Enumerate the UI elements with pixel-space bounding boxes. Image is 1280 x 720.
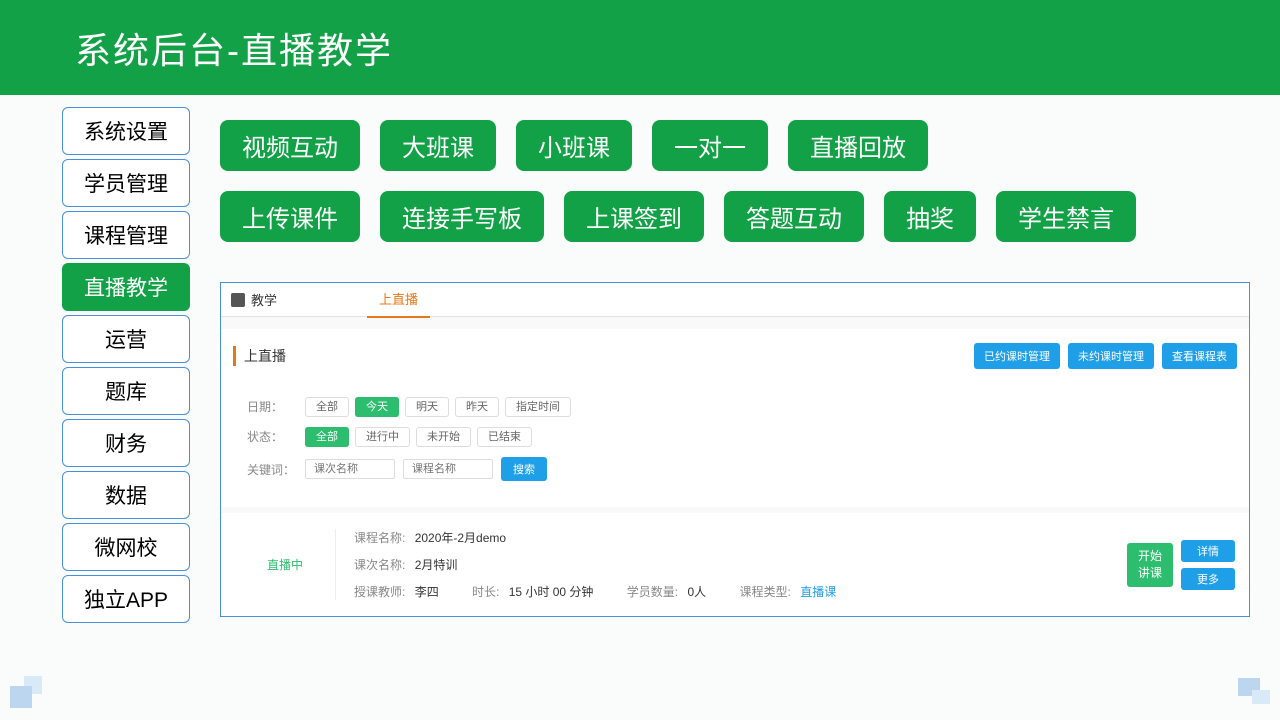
filter-date-row: 日期： 全部今天明天昨天指定时间 — [247, 397, 1235, 415]
decoration-bottom-right — [1238, 678, 1270, 704]
status-chip[interactable]: 进行中 — [355, 427, 410, 447]
date-filter-label: 日期： — [247, 398, 297, 415]
feature-pill[interactable]: 大班课 — [380, 120, 496, 171]
feature-pill[interactable]: 小班课 — [516, 120, 632, 171]
date-chip[interactable]: 明天 — [405, 397, 449, 417]
filter-status-row: 状态： 全部进行中未开始已结束 — [247, 427, 1235, 445]
record-body: 课程名称: 2020年-2月demo 课次名称: 2月特训 授课教师: 李四 时… — [335, 529, 1127, 600]
status-chip[interactable]: 已结束 — [477, 427, 532, 447]
sidebar-item-9[interactable]: 独立APP — [62, 575, 190, 623]
date-chip[interactable]: 指定时间 — [505, 397, 571, 417]
view-schedule-button[interactable]: 查看课程表 — [1162, 343, 1237, 369]
course-name-value: 2020年-2月demo — [415, 531, 506, 545]
start-teaching-button[interactable]: 开始讲课 — [1127, 543, 1173, 587]
students-label: 学员数量: — [627, 585, 678, 599]
panel-tabs: 教学 上直播 — [221, 283, 1249, 317]
teacher-label: 授课教师: — [354, 585, 405, 599]
tab-live[interactable]: 上直播 — [367, 281, 430, 318]
record-course-line: 课程名称: 2020年-2月demo — [354, 529, 1127, 546]
type-value: 直播课 — [800, 585, 836, 599]
decoration-bottom-left — [10, 676, 42, 708]
status-chip[interactable]: 全部 — [305, 427, 349, 447]
detail-button[interactable]: 详情 — [1181, 540, 1235, 562]
teach-tab-label[interactable]: 教学 — [251, 290, 277, 309]
sidebar-item-5[interactable]: 题库 — [62, 367, 190, 415]
panel-actions: 已约课时管理 未约课时管理 查看课程表 — [974, 343, 1237, 369]
sidebar-item-1[interactable]: 学员管理 — [62, 159, 190, 207]
status-chip[interactable]: 未开始 — [416, 427, 471, 447]
duration-value: 15 小时 00 分钟 — [509, 585, 594, 599]
type-label: 课程类型: — [740, 585, 791, 599]
course-name-input[interactable] — [403, 459, 493, 479]
date-chip[interactable]: 全部 — [305, 397, 349, 417]
record-session-line: 课次名称: 2月特训 — [354, 556, 1127, 573]
filters: 日期： 全部今天明天昨天指定时间 状态： 全部进行中未开始已结束 关键词： 搜索 — [221, 383, 1249, 507]
filter-keyword-row: 关键词： 搜索 — [247, 457, 1235, 481]
session-name-input[interactable] — [305, 459, 395, 479]
live-record: 直播中 课程名称: 2020年-2月demo 课次名称: 2月特训 授课教师: … — [221, 513, 1249, 616]
search-button[interactable]: 搜索 — [501, 457, 547, 481]
session-name-value: 2月特训 — [415, 558, 458, 572]
sidebar-item-8[interactable]: 微网校 — [62, 523, 190, 571]
sidebar: 系统设置学员管理课程管理直播教学运营题库财务数据微网校独立APP — [62, 107, 190, 623]
record-actions: 开始讲课 详情 更多 — [1127, 540, 1235, 590]
sidebar-item-0[interactable]: 系统设置 — [62, 107, 190, 155]
feature-pill[interactable]: 直播回放 — [788, 120, 928, 171]
feature-pill[interactable]: 学生禁言 — [996, 191, 1136, 242]
feature-pill[interactable]: 上传课件 — [220, 191, 360, 242]
feature-pill[interactable]: 视频互动 — [220, 120, 360, 171]
more-button[interactable]: 更多 — [1181, 568, 1235, 590]
date-chip[interactable]: 昨天 — [455, 397, 499, 417]
students-value: 0人 — [687, 585, 706, 599]
page-header: 系统后台-直播教学 — [0, 0, 1280, 95]
live-panel: 教学 上直播 上直播 已约课时管理 未约课时管理 查看课程表 日期： 全部今天明… — [220, 282, 1250, 617]
sidebar-item-4[interactable]: 运营 — [62, 315, 190, 363]
sidebar-item-2[interactable]: 课程管理 — [62, 211, 190, 259]
feature-pills-row-1: 视频互动大班课小班课一对一直播回放 — [220, 120, 1250, 171]
sidebar-item-3[interactable]: 直播教学 — [62, 263, 190, 311]
feature-pill[interactable]: 一对一 — [652, 120, 768, 171]
sidebar-item-7[interactable]: 数据 — [62, 471, 190, 519]
session-name-label: 课次名称: — [354, 558, 405, 572]
feature-pill[interactable]: 上课签到 — [564, 191, 704, 242]
teacher-value: 李四 — [415, 585, 439, 599]
feature-pill[interactable]: 抽奖 — [884, 191, 976, 242]
record-meta-line: 授课教师: 李四 时长: 15 小时 00 分钟 学员数量: 0人 课程类型: … — [354, 583, 1127, 600]
main-content: 视频互动大班课小班课一对一直播回放 上传课件连接手写板上课签到答题互动抽奖学生禁… — [220, 120, 1250, 617]
course-name-label: 课程名称: — [354, 531, 405, 545]
section-title: 上直播 — [233, 346, 286, 366]
unbooked-lessons-button[interactable]: 未约课时管理 — [1068, 343, 1154, 369]
feature-pill[interactable]: 答题互动 — [724, 191, 864, 242]
feature-pills-row-2: 上传课件连接手写板上课签到答题互动抽奖学生禁言 — [220, 191, 1250, 242]
feature-pill[interactable]: 连接手写板 — [380, 191, 544, 242]
status-filter-label: 状态： — [247, 428, 297, 445]
page-title: 系统后台-直播教学 — [75, 22, 393, 74]
date-chip[interactable]: 今天 — [355, 397, 399, 417]
record-status: 直播中 — [235, 556, 335, 573]
panel-header: 上直播 已约课时管理 未约课时管理 查看课程表 — [221, 329, 1249, 383]
duration-label: 时长: — [472, 585, 499, 599]
teach-icon — [231, 293, 245, 307]
keyword-filter-label: 关键词： — [247, 461, 297, 478]
booked-lessons-button[interactable]: 已约课时管理 — [974, 343, 1060, 369]
sidebar-item-6[interactable]: 财务 — [62, 419, 190, 467]
